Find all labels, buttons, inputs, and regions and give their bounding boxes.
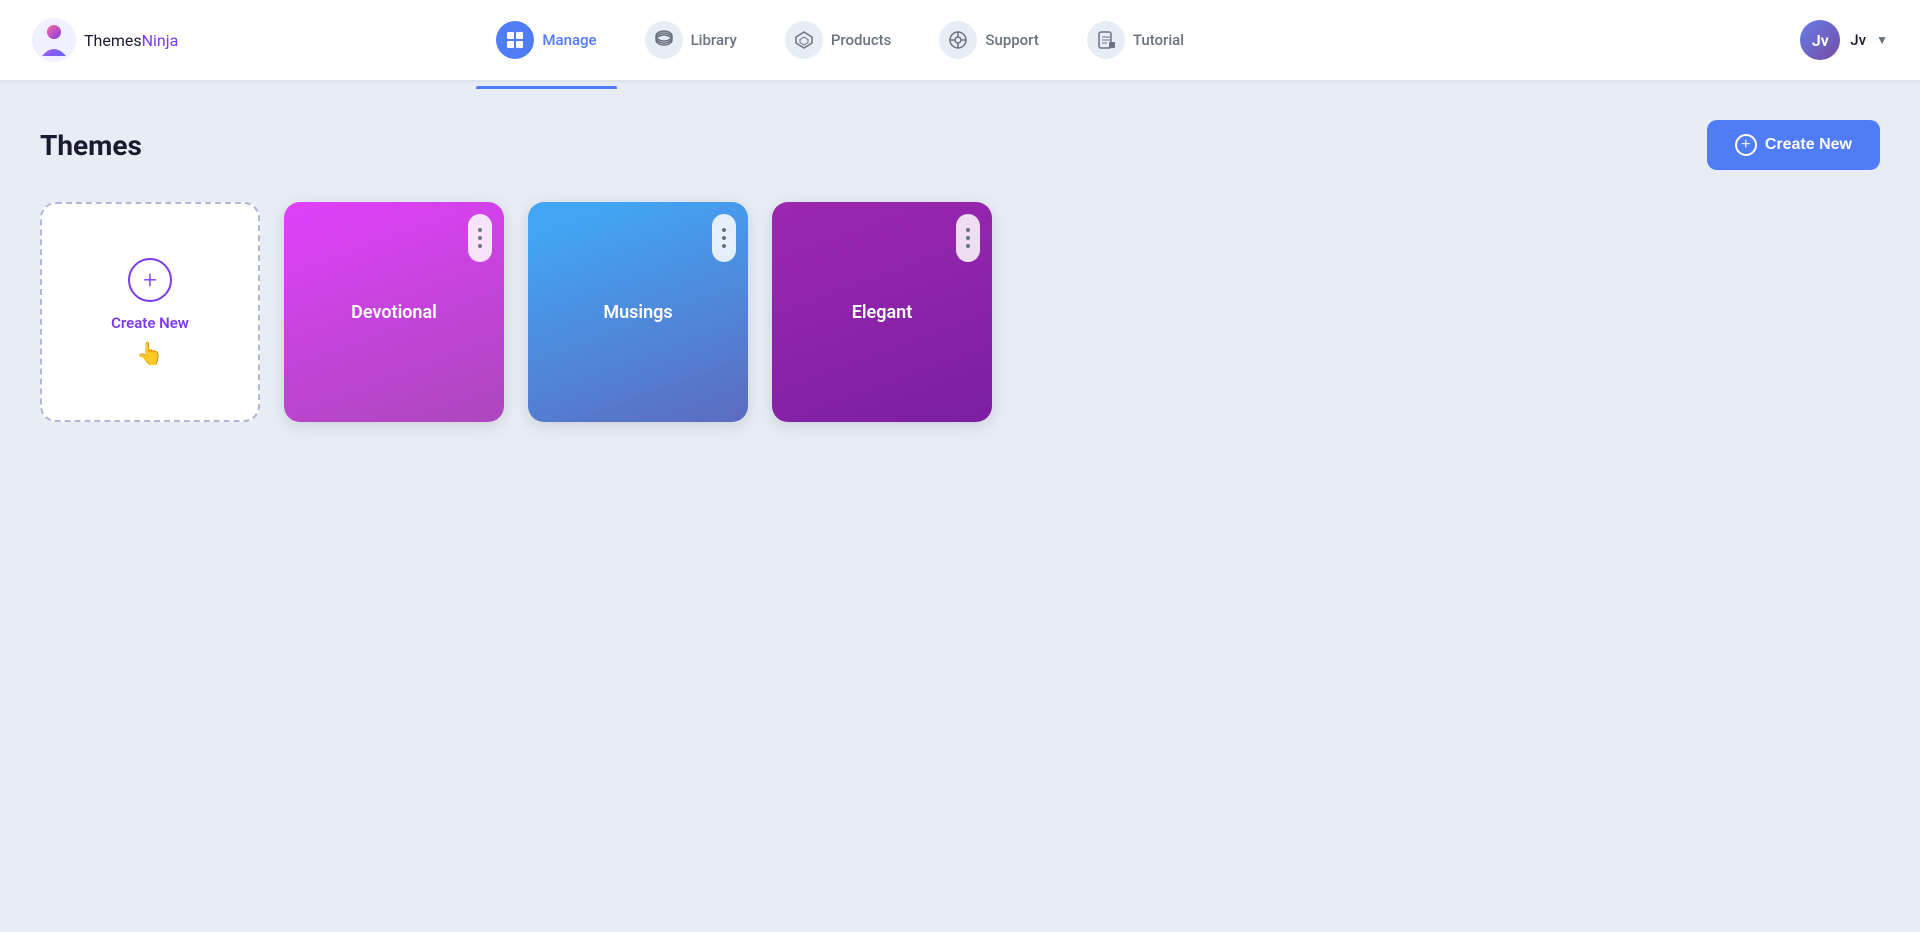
themes-grid: + Create New 👆 Devotional Musings (40, 202, 1880, 422)
create-new-header-label: Create New (1765, 136, 1852, 154)
nav-manage-label: Manage (542, 31, 596, 49)
avatar: Jv (1800, 20, 1840, 60)
library-icon (645, 21, 683, 59)
theme-card-musings[interactable]: Musings (528, 202, 748, 422)
menu-dot (478, 228, 482, 232)
theme-card-devotional[interactable]: Devotional (284, 202, 504, 422)
card-menu-devotional[interactable] (468, 214, 492, 262)
elegant-card-label: Elegant (852, 302, 913, 323)
musings-card-label: Musings (603, 302, 672, 323)
support-icon (939, 21, 977, 59)
theme-card-elegant[interactable]: Elegant (772, 202, 992, 422)
create-new-card-label: Create New (111, 314, 189, 332)
menu-dot (478, 244, 482, 248)
page-header: Themes + Create New (40, 120, 1880, 170)
create-new-header-button[interactable]: + Create New (1707, 120, 1880, 170)
create-plus-icon: + (128, 258, 172, 302)
manage-icon (496, 21, 534, 59)
nav-products-label: Products (831, 31, 892, 49)
main-nav: Manage Library Products (476, 13, 1204, 67)
products-icon (785, 21, 823, 59)
logo[interactable]: ThemesNinja (32, 18, 178, 62)
plus-circle-icon: + (1735, 134, 1757, 156)
user-name: Jv (1850, 31, 1866, 49)
nav-tutorial-label: Tutorial (1133, 31, 1184, 49)
menu-dot (722, 228, 726, 232)
card-menu-elegant[interactable] (956, 214, 980, 262)
menu-dot (722, 236, 726, 240)
logo-text: ThemesNinja (84, 31, 178, 50)
tutorial-icon (1087, 21, 1125, 59)
cursor-icon: 👆 (136, 344, 163, 366)
menu-dot (966, 236, 970, 240)
menu-dot (722, 244, 726, 248)
chevron-down-icon: ▼ (1876, 33, 1888, 47)
logo-icon (32, 18, 76, 62)
nav-support-label: Support (985, 31, 1038, 49)
card-menu-musings[interactable] (712, 214, 736, 262)
user-menu[interactable]: Jv Jv ▼ (1800, 20, 1888, 60)
menu-dot (966, 244, 970, 248)
page-title: Themes (40, 129, 142, 162)
nav-item-products[interactable]: Products (765, 13, 912, 67)
devotional-card-label: Devotional (351, 302, 437, 323)
nav-library-label: Library (691, 31, 737, 49)
nav-item-manage[interactable]: Manage (476, 13, 616, 67)
main-content: Themes + Create New + Create New 👆 Devot… (0, 80, 1920, 462)
nav-item-library[interactable]: Library (625, 13, 757, 67)
menu-dot (966, 228, 970, 232)
nav-item-tutorial[interactable]: Tutorial (1067, 13, 1204, 67)
nav-item-support[interactable]: Support (919, 13, 1058, 67)
create-new-card[interactable]: + Create New 👆 (40, 202, 260, 422)
topbar: ThemesNinja Manage Library (0, 0, 1920, 80)
menu-dot (478, 236, 482, 240)
